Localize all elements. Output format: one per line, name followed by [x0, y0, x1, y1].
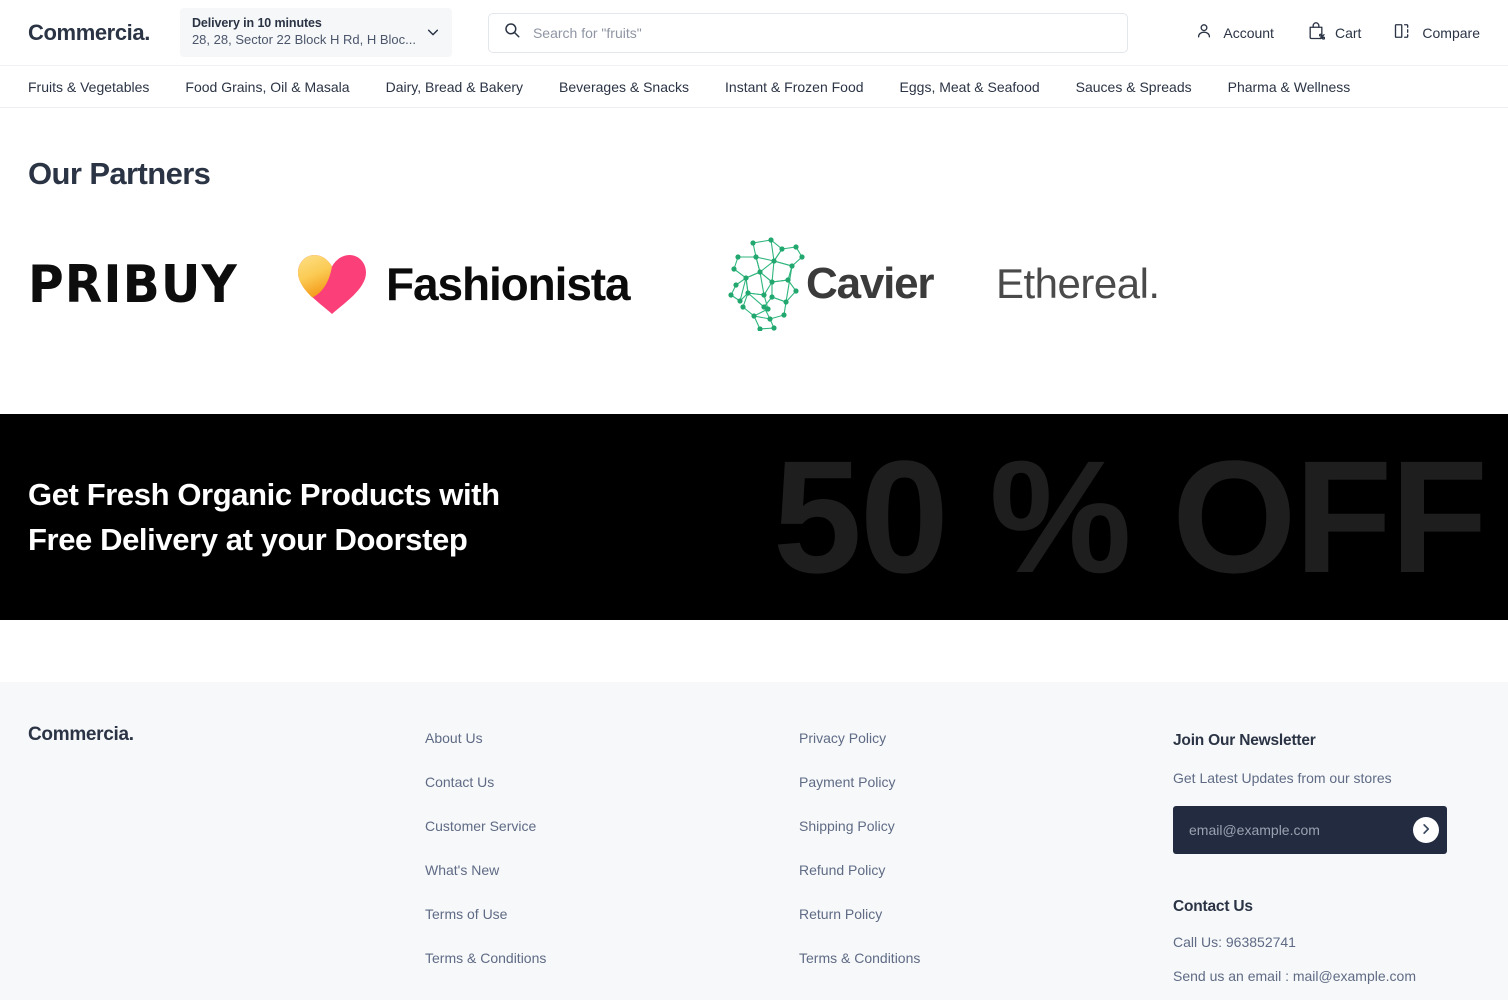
- footer-newsletter-column: Join Our Newsletter Get Latest Updates f…: [1173, 724, 1480, 1000]
- nav-item-food-grains[interactable]: Food Grains, Oil & Masala: [185, 79, 349, 95]
- search-input[interactable]: [532, 24, 1113, 41]
- delivery-location-selector[interactable]: Delivery in 10 minutes 28, 28, Sector 22…: [179, 8, 452, 57]
- partners-title: Our Partners: [28, 156, 211, 191]
- contact-heading: Contact Us: [1173, 898, 1253, 915]
- chevron-down-icon: [426, 25, 440, 39]
- nav-item-beverages-snacks[interactable]: Beverages & Snacks: [559, 79, 689, 95]
- footer-link-payment-policy[interactable]: Payment Policy: [799, 774, 1173, 790]
- footer-links-column-1: About Us Contact Us Customer Service Wha…: [425, 724, 799, 1000]
- footer-links-column-2: Privacy Policy Payment Policy Shipping P…: [799, 724, 1173, 1000]
- partner-cavier[interactable]: Cavier: [726, 237, 996, 332]
- header-actions: Account Cart Compare: [1170, 21, 1480, 44]
- newsletter-heading: Join Our Newsletter: [1173, 732, 1316, 749]
- site-header: Commercia. Delivery in 10 minutes 28, 28…: [0, 0, 1508, 65]
- nav-item-fruits-vegetables[interactable]: Fruits & Vegetables: [28, 79, 149, 95]
- search-icon: [503, 21, 521, 44]
- nav-item-instant-frozen-food[interactable]: Instant & Frozen Food: [725, 79, 864, 95]
- compare-label: Compare: [1422, 24, 1480, 41]
- promo-banner[interactable]: 50 % OFF Get Fresh Organic Products with…: [0, 414, 1508, 620]
- footer-link-customer-service[interactable]: Customer Service: [425, 818, 799, 834]
- fashionista-wordmark: Fashionista: [386, 258, 631, 310]
- partners-logo-row: PRIBUY Fashionista Cavier Ethereal.: [28, 234, 1480, 334]
- user-icon: [1194, 21, 1214, 44]
- partner-fashionista[interactable]: Fashionista: [296, 253, 726, 315]
- promo-headline-line1: Get Fresh Organic Products with: [28, 477, 500, 512]
- compare-button[interactable]: Compare: [1393, 21, 1480, 44]
- partner-ethereal[interactable]: Ethereal.: [996, 260, 1160, 308]
- footer-link-contact-us[interactable]: Contact Us: [425, 774, 799, 790]
- cavier-wordmark: Cavier: [806, 259, 935, 308]
- cart-button[interactable]: Cart: [1306, 21, 1361, 44]
- newsletter-submit-button[interactable]: [1413, 817, 1439, 843]
- category-nav: Fruits & Vegetables Food Grains, Oil & M…: [0, 65, 1508, 108]
- chevron-right-icon: [1420, 823, 1432, 838]
- partners-section: Our Partners PRIBUY Fashionista Cavier E…: [0, 108, 1508, 334]
- footer-link-privacy-policy[interactable]: Privacy Policy: [799, 730, 1173, 746]
- footer-link-return-policy[interactable]: Return Policy: [799, 906, 1173, 922]
- partner-pribuy[interactable]: PRIBUY: [28, 253, 296, 315]
- footer-link-terms-conditions[interactable]: Terms & Conditions: [425, 950, 799, 966]
- footer-link-about-us[interactable]: About Us: [425, 730, 799, 746]
- footer-link-shipping-policy[interactable]: Shipping Policy: [799, 818, 1173, 834]
- newsletter-subheading: Get Latest Updates from our stores: [1173, 770, 1392, 786]
- fashionista-heart-icon: [296, 253, 368, 315]
- promo-headline-line2: Free Delivery at your Doorstep: [28, 522, 468, 557]
- footer-brand-logo[interactable]: Commercia.: [28, 724, 425, 746]
- newsletter-input-group[interactable]: [1173, 806, 1447, 854]
- footer-link-refund-policy[interactable]: Refund Policy: [799, 862, 1173, 878]
- cart-label: Cart: [1334, 24, 1362, 41]
- account-button[interactable]: Account: [1194, 21, 1274, 44]
- footer-link-terms-conditions-2[interactable]: Terms & Conditions: [799, 950, 1173, 966]
- site-footer: Commercia. About Us Contact Us Customer …: [0, 682, 1508, 1000]
- delivery-time-label: Delivery in 10 minutes: [191, 16, 322, 30]
- delivery-address-label: 28, 28, Sector 22 Block H Rd, H Bloc...: [191, 32, 416, 47]
- account-label: Account: [1223, 24, 1274, 41]
- cavier-network-icon: [726, 237, 808, 332]
- footer-brand-column: Commercia.: [28, 724, 425, 1000]
- newsletter-email-input[interactable]: [1189, 822, 1413, 838]
- nav-item-pharma-wellness[interactable]: Pharma & Wellness: [1228, 79, 1351, 95]
- promo-headline: Get Fresh Organic Products with Free Del…: [28, 472, 500, 562]
- nav-item-sauces-spreads[interactable]: Sauces & Spreads: [1076, 79, 1192, 95]
- pribuy-wordmark: PRIBUY: [28, 253, 238, 315]
- search-container: [487, 12, 1128, 53]
- search-box[interactable]: [487, 12, 1128, 53]
- contact-email: Send us an email : mail@example.com: [1173, 968, 1416, 984]
- promo-background-text: 50 % OFF: [772, 427, 1488, 606]
- shopping-bag-percent-icon: [1306, 21, 1326, 44]
- nav-item-dairy-bread-bakery[interactable]: Dairy, Bread & Bakery: [386, 79, 523, 95]
- compare-icon: [1393, 21, 1413, 44]
- nav-item-eggs-meat-seafood[interactable]: Eggs, Meat & Seafood: [900, 79, 1040, 95]
- contact-phone: Call Us: 963852741: [1173, 934, 1296, 950]
- delivery-text-group: Delivery in 10 minutes 28, 28, Sector 22…: [192, 15, 416, 49]
- footer-link-whats-new[interactable]: What's New: [425, 862, 799, 878]
- ethereal-wordmark: Ethereal.: [996, 260, 1160, 307]
- brand-logo[interactable]: Commercia.: [28, 20, 150, 46]
- footer-link-terms-of-use[interactable]: Terms of Use: [425, 906, 799, 922]
